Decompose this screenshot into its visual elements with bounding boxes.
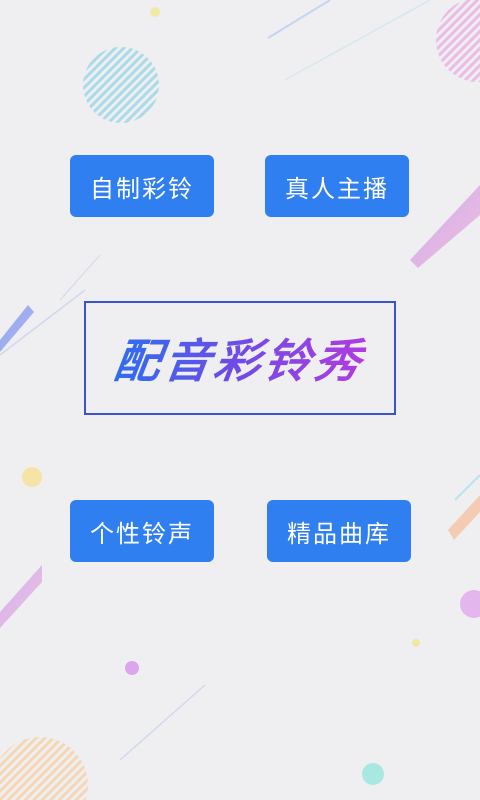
personal-ringtone-label: 个性铃声 [90,519,194,548]
real-anchor-button[interactable]: 真人主播 [265,155,409,217]
real-anchor-label: 真人主播 [285,174,389,203]
app-title: 配音彩铃秀 [110,325,369,391]
premium-library-button[interactable]: 精品曲库 [267,500,411,562]
title-banner: 配音彩铃秀 [84,301,396,415]
custom-ringtone-button[interactable]: 自制彩铃 [70,155,214,217]
premium-library-label: 精品曲库 [287,519,391,548]
personal-ringtone-button[interactable]: 个性铃声 [70,500,214,562]
custom-ringtone-label: 自制彩铃 [90,174,194,203]
